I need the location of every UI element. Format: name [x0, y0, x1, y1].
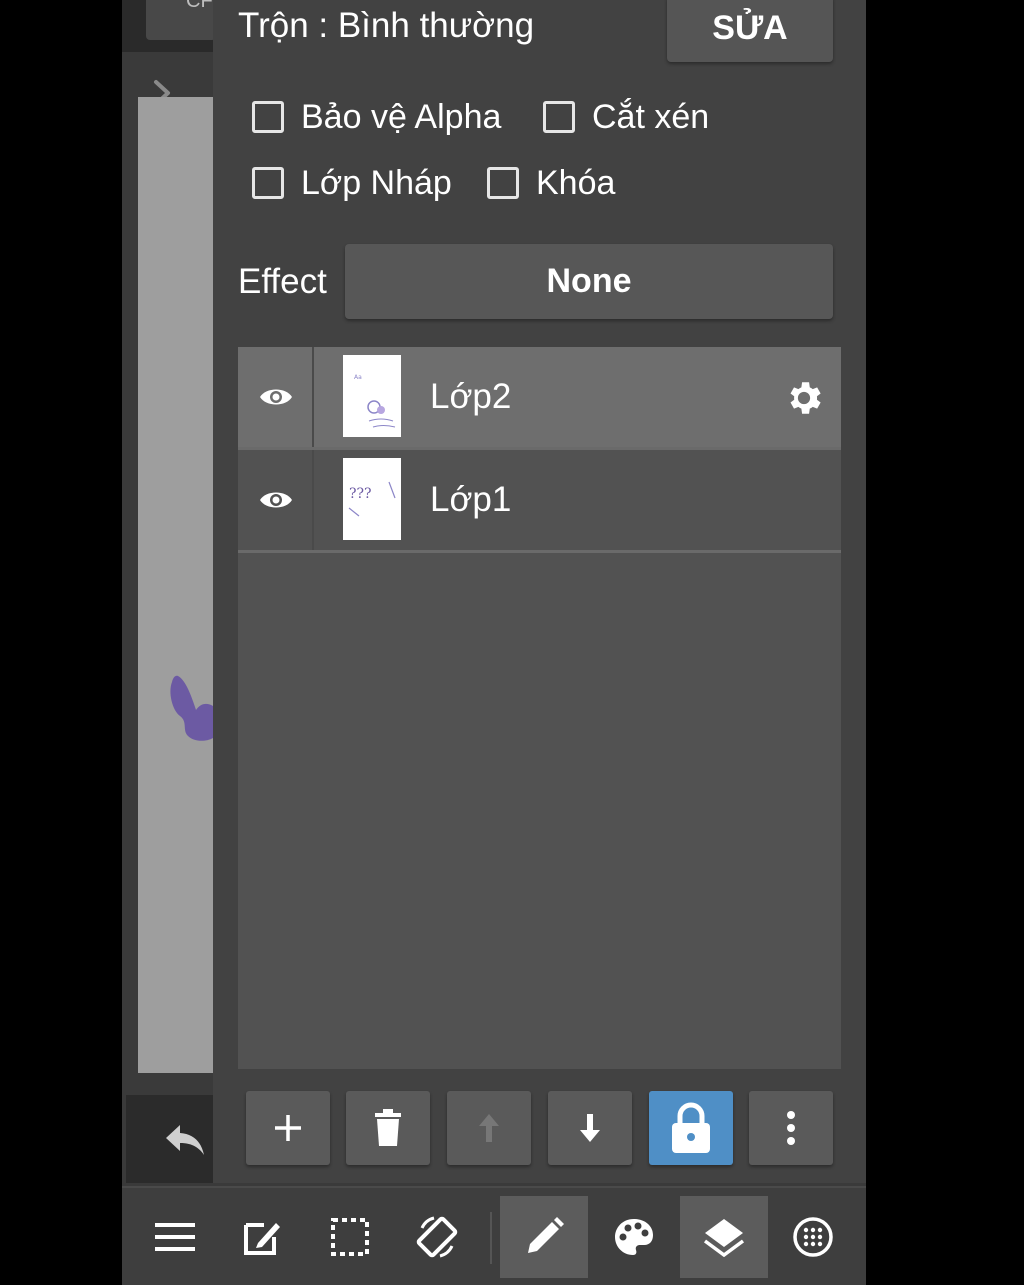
lock-layer-button[interactable]	[649, 1091, 733, 1165]
canvas-area[interactable]: CF	[122, 0, 216, 1183]
add-icon	[275, 1115, 301, 1141]
arrow-up-icon	[479, 1114, 499, 1142]
layer-name[interactable]: Lớp1	[430, 480, 511, 520]
layer-row[interactable]: Aa Lớp2	[238, 347, 841, 450]
layers-button[interactable]	[680, 1196, 768, 1278]
lock-checkbox[interactable]: Khóa	[487, 163, 615, 203]
layer-row[interactable]: ??? Lớp1	[238, 450, 841, 553]
more-options-button[interactable]	[749, 1091, 833, 1165]
more-vertical-icon	[787, 1111, 795, 1145]
edit-blend-button[interactable]: SỬA	[667, 0, 833, 62]
delete-layer-button[interactable]	[346, 1091, 430, 1165]
eye-icon[interactable]	[258, 384, 294, 410]
move-layer-up-button[interactable]	[447, 1091, 531, 1165]
pencil-icon	[528, 1217, 564, 1253]
layers-icon	[703, 1219, 745, 1257]
bottom-toolbar	[122, 1186, 866, 1285]
move-layer-down-button[interactable]	[548, 1091, 632, 1165]
edit-canvas-button[interactable]	[218, 1196, 306, 1278]
rotate-icon	[416, 1216, 458, 1258]
grid-icon	[793, 1217, 833, 1257]
canvas-paper[interactable]	[138, 97, 213, 1073]
color-button[interactable]	[590, 1196, 678, 1278]
arrow-down-icon	[580, 1114, 600, 1142]
checkbox-label: Cắt xén	[592, 97, 710, 136]
material-button[interactable]	[769, 1196, 857, 1278]
layer-thumbnail: ???	[343, 458, 401, 540]
selection-icon	[331, 1218, 369, 1256]
pen-tool-button[interactable]	[500, 1196, 588, 1278]
checkbox-label: Bảo vệ Alpha	[301, 97, 502, 136]
lock-icon	[672, 1102, 710, 1153]
menu-button[interactable]	[131, 1196, 219, 1278]
add-layer-button[interactable]	[246, 1091, 330, 1165]
checkbox-label: Lớp Nháp	[301, 163, 452, 202]
effect-label: Effect	[238, 262, 327, 301]
layer-thumbnail: Aa	[343, 355, 401, 437]
alpha-protect-checkbox[interactable]: Bảo vệ Alpha	[252, 97, 501, 137]
canvas-tab-text: CF	[186, 0, 213, 12]
canvas-drawing-stroke	[170, 675, 213, 741]
selection-button[interactable]	[306, 1196, 394, 1278]
menu-icon	[155, 1223, 195, 1251]
divider	[490, 1212, 492, 1264]
canvas-tab-chip[interactable]: CF	[146, 0, 216, 40]
edit-icon	[244, 1223, 280, 1255]
checkbox-box[interactable]	[487, 167, 519, 199]
divider	[312, 347, 314, 447]
divider	[312, 450, 314, 550]
palette-icon	[615, 1219, 653, 1255]
checkbox-box[interactable]	[252, 101, 284, 133]
draft-layer-checkbox[interactable]: Lớp Nháp	[252, 163, 452, 203]
layer-panel: Trộn : Bình thường SỬA Bảo vệ Alpha Cắt …	[213, 0, 866, 1183]
layer-list[interactable]: Aa Lớp2 ??? Lớp1	[238, 347, 841, 1069]
eye-icon[interactable]	[258, 487, 294, 513]
rotate-button[interactable]	[393, 1196, 481, 1278]
layer-name[interactable]: Lớp2	[430, 377, 511, 417]
effect-select-button[interactable]: None	[345, 244, 833, 319]
gear-icon[interactable]	[783, 377, 825, 419]
checkbox-box[interactable]	[543, 101, 575, 133]
blend-mode-label[interactable]: Trộn : Bình thường	[238, 6, 534, 46]
layer-thumbnail-art: Aa	[354, 374, 396, 428]
app-screen: CF Trộn : Bình thường SỬA Bảo vệ Alpha C…	[122, 0, 866, 1285]
undo-area	[126, 1095, 213, 1183]
undo-icon[interactable]	[164, 1123, 206, 1157]
clipping-checkbox[interactable]: Cắt xén	[543, 97, 709, 137]
svg-text:Aa: Aa	[354, 374, 362, 381]
layer-thumbnail-art: ???	[348, 481, 396, 517]
trash-icon	[375, 1109, 401, 1146]
checkbox-label: Khóa	[536, 163, 616, 202]
divider	[238, 550, 841, 553]
layer-thumbnail-text: ???	[349, 486, 372, 502]
checkbox-box[interactable]	[252, 167, 284, 199]
